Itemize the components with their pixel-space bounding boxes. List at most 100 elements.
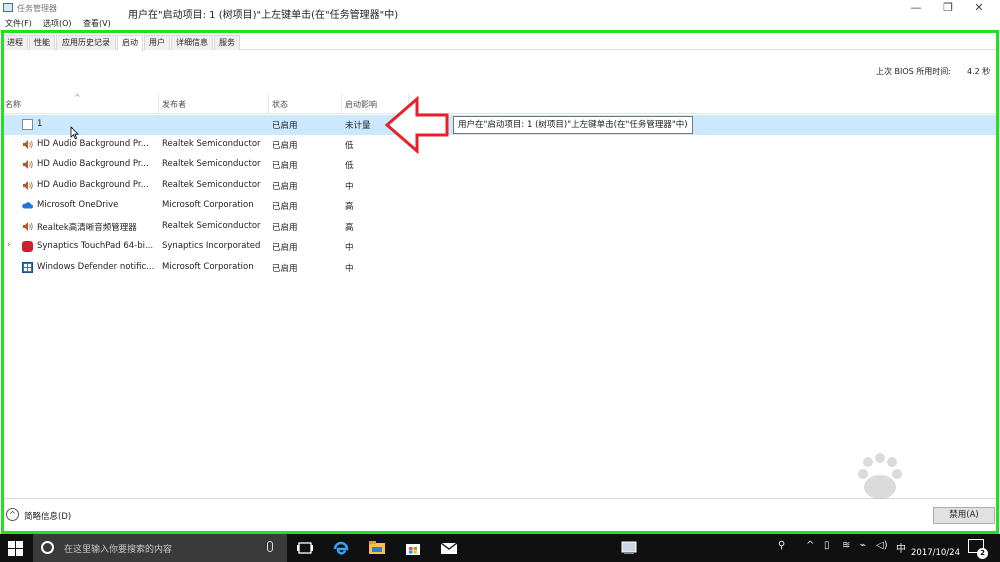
- edge-browser-icon[interactable]: [332, 539, 350, 557]
- tab-strip: 进程 性能 应用历史记录 启动 用户 详细信息 服务: [2, 34, 998, 51]
- mail-icon[interactable]: [440, 539, 458, 557]
- steps-recorder-icon[interactable]: [620, 539, 638, 557]
- menu-options[interactable]: 选项(O): [43, 18, 72, 29]
- row-name: Realtek高清晰音频管理器: [37, 223, 137, 233]
- startup-row[interactable]: Microsoft OneDrive Microsoft Corporation…: [2, 196, 998, 216]
- menu-file[interactable]: 文件(F): [5, 18, 32, 29]
- row-name: Windows Defender notific...: [37, 262, 155, 272]
- microphone-icon[interactable]: [267, 541, 273, 552]
- power-plug-icon[interactable]: ⌁: [860, 540, 866, 551]
- column-divider[interactable]: [341, 94, 342, 114]
- close-button[interactable]: ✕: [967, 1, 991, 15]
- row-status: 已启用: [272, 243, 298, 253]
- taskbar: 在这里输入你要搜索的内容 ⚲ ^ ▯ ≋ ⌁ ◁) 中 2017/10/24 2: [0, 534, 1000, 562]
- column-divider[interactable]: [158, 94, 159, 114]
- tab-performance[interactable]: 性能: [29, 35, 55, 50]
- row-status: 已启用: [272, 121, 298, 131]
- tab-users[interactable]: 用户: [144, 35, 170, 50]
- startup-row[interactable]: › Synaptics TouchPad 64-bi... Synaptics …: [2, 237, 998, 257]
- row-name: HD Audio Background Pr...: [37, 139, 149, 149]
- row-impact: 低: [345, 161, 354, 171]
- step-caption: 用户在"启动项目: 1 (树项目)"上左键单击(在"任务管理器"中): [128, 10, 399, 21]
- store-icon[interactable]: [404, 539, 422, 557]
- row-publisher: Realtek Semiconductor: [162, 221, 261, 231]
- taskbar-search-box[interactable]: 在这里输入你要搜索的内容: [33, 534, 287, 562]
- column-divider[interactable]: [268, 94, 269, 114]
- row-impact: 高: [345, 202, 354, 212]
- tab-app-history[interactable]: 应用历史记录: [56, 35, 116, 50]
- startup-row[interactable]: HD Audio Background Pr... Realtek Semico…: [2, 155, 998, 175]
- row-impact: 中: [345, 182, 354, 192]
- task-manager-icon: [3, 3, 13, 12]
- bios-time-label: 上次 BIOS 所用时间:: [876, 67, 952, 76]
- collapse-chevron-icon[interactable]: ^: [6, 508, 19, 521]
- synaptics-icon: [22, 241, 33, 252]
- row-name: Synaptics TouchPad 64-bi...: [37, 241, 154, 251]
- minimize-button[interactable]: —: [904, 1, 928, 15]
- fewer-details-link[interactable]: 简略信息(D): [24, 510, 71, 522]
- task-view-icon[interactable]: [296, 539, 314, 557]
- defender-icon: [22, 262, 33, 273]
- startup-row[interactable]: HD Audio Background Pr... Realtek Semico…: [2, 135, 998, 155]
- title-bar: 任务管理器 用户在"启动项目: 1 (树项目)"上左键单击(在"任务管理器"中)…: [0, 0, 1000, 21]
- sort-ascending-icon: ^: [74, 93, 81, 102]
- row-status: 已启用: [272, 264, 298, 274]
- column-status[interactable]: 状态: [272, 99, 288, 110]
- column-name[interactable]: 名称: [5, 99, 21, 110]
- expand-chevron-icon[interactable]: ›: [7, 240, 11, 250]
- input-language[interactable]: 中: [896, 540, 906, 555]
- row-impact: 中: [345, 264, 354, 274]
- row-status: 已启用: [272, 141, 298, 151]
- cortana-icon: [41, 541, 54, 554]
- row-publisher: Realtek Semiconductor: [162, 180, 261, 190]
- wifi-icon[interactable]: ≋: [842, 540, 850, 551]
- startup-row[interactable]: Realtek高清晰音频管理器 Realtek Semiconductor 已启…: [2, 217, 998, 237]
- restore-button[interactable]: ❐: [936, 1, 960, 15]
- row-publisher: Realtek Semiconductor: [162, 139, 261, 149]
- task-manager-window: 任务管理器 用户在"启动项目: 1 (树项目)"上左键单击(在"任务管理器"中)…: [0, 0, 1000, 534]
- row-status: 已启用: [272, 182, 298, 192]
- row-publisher: Microsoft Corporation: [162, 200, 254, 210]
- row-status: 已启用: [272, 223, 298, 233]
- search-placeholder: 在这里输入你要搜索的内容: [64, 545, 173, 555]
- column-header-row: ^ 名称 发布者 状态 启动影响: [2, 93, 998, 114]
- document-icon: [22, 119, 33, 130]
- annotation-arrow-icon: [384, 96, 449, 154]
- row-name: 1: [37, 119, 43, 129]
- people-icon[interactable]: ⚲: [778, 540, 785, 551]
- bios-time-value: 4.2 秒: [967, 67, 991, 76]
- windows-start-icon[interactable]: [8, 541, 23, 556]
- battery-icon[interactable]: ▯: [824, 540, 830, 551]
- row-status: 已启用: [272, 202, 298, 212]
- row-impact: 高: [345, 223, 354, 233]
- row-impact: 中: [345, 243, 354, 253]
- menu-view[interactable]: 查看(V): [83, 18, 111, 29]
- app-title: 任务管理器: [17, 4, 57, 13]
- column-publisher[interactable]: 发布者: [162, 99, 186, 110]
- volume-icon[interactable]: ◁): [876, 540, 888, 551]
- baidu-watermark-logo: [858, 453, 902, 499]
- speaker-icon: [23, 140, 33, 149]
- tab-services[interactable]: 服务: [214, 35, 240, 50]
- column-startup-impact[interactable]: 启动影响: [345, 99, 377, 110]
- speaker-icon: [23, 181, 33, 190]
- row-status: 已启用: [272, 161, 298, 171]
- row-name: HD Audio Background Pr...: [37, 180, 149, 190]
- row-name: Microsoft OneDrive: [37, 200, 119, 210]
- notification-count-badge: 2: [977, 548, 988, 559]
- tray-chevron-up-icon[interactable]: ^: [806, 540, 814, 551]
- startup-row[interactable]: Windows Defender notific... Microsoft Co…: [2, 258, 998, 278]
- file-explorer-icon[interactable]: [368, 539, 386, 557]
- onedrive-icon: [22, 202, 33, 209]
- tab-processes[interactable]: 进程: [2, 35, 28, 50]
- startup-row[interactable]: HD Audio Background Pr... Realtek Semico…: [2, 176, 998, 196]
- row-publisher: Realtek Semiconductor: [162, 159, 261, 169]
- row-publisher: Microsoft Corporation: [162, 262, 254, 272]
- speaker-icon: [23, 222, 33, 231]
- tooltip: 用户在"启动项目: 1 (树项目)"上左键单击(在"任务管理器"中): [453, 116, 693, 134]
- tab-startup[interactable]: 启动: [117, 35, 143, 51]
- tab-details[interactable]: 详细信息: [171, 35, 213, 50]
- clock-date[interactable]: 2017/10/24: [911, 548, 960, 558]
- speaker-icon: [23, 160, 33, 169]
- row-name: HD Audio Background Pr...: [37, 159, 149, 169]
